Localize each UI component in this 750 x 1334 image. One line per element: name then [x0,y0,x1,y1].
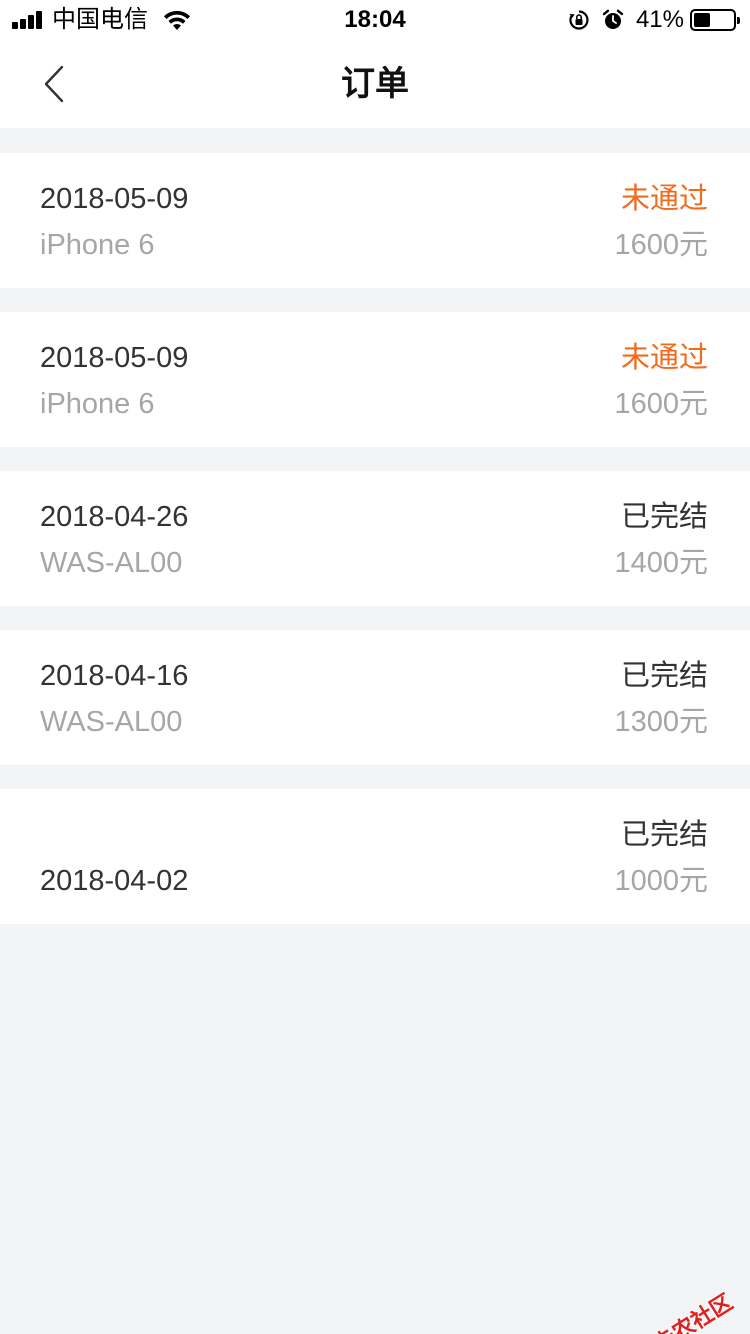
alarm-icon [602,9,624,29]
order-status: 已完结 [620,819,708,851]
order-item[interactable]: 2018-04-26 WAS-AL00 已完结 1400元 [0,471,750,606]
order-list: 2018-05-09 iPhone 6 未通过 1600元 2018-05-09… [0,153,750,948]
order-date: 2018-05-09 [40,183,189,215]
orders-screen: 中国电信 18:04 41% 订单 2018-05-09 iPhone 6 未通… [0,0,750,1334]
order-status: 已完结 [620,501,708,533]
battery-nub [737,17,740,24]
order-amount: 1600元 [614,229,708,261]
order-status: 未通过 [620,183,708,215]
order-device-model: WAS-AL00 [40,706,183,738]
order-item[interactable]: 2018-04-16 WAS-AL00 已完结 1300元 [0,630,750,765]
status-bar: 中国电信 18:04 41% [0,0,750,40]
page-title: 订单 [341,65,409,103]
order-date: 2018-04-26 [40,501,189,533]
order-amount: 1300元 [614,706,708,738]
watermark-text: 卡农社区 [649,1289,738,1334]
order-status: 已完结 [620,660,708,692]
order-device-model: iPhone 6 [40,229,155,261]
order-amount: 1400元 [614,547,708,579]
battery-fill [694,13,710,27]
battery-percent: 41% [635,6,684,33]
watermark: 卡农社区 [623,1285,738,1334]
battery-icon [690,9,740,31]
navigation-bar: 订单 [0,40,750,128]
order-item[interactable]: 2018-04-02 已完结 1000元 [0,789,750,924]
order-amount: 1000元 [614,865,708,897]
order-status: 未通过 [620,342,708,374]
order-date: 2018-05-09 [40,342,189,374]
status-bar-right: 41% [568,4,740,36]
orientation-lock-icon [569,10,589,30]
order-item[interactable]: 2018-05-09 iPhone 6 未通过 1600元 [0,312,750,447]
order-device-model: WAS-AL00 [40,547,183,579]
order-device-model: iPhone 6 [40,388,155,420]
order-date: 2018-04-16 [40,660,189,692]
order-amount: 1600元 [614,388,708,420]
order-item[interactable]: 2018-05-09 iPhone 6 未通过 1600元 [0,153,750,288]
order-date: 2018-04-02 [40,865,189,897]
